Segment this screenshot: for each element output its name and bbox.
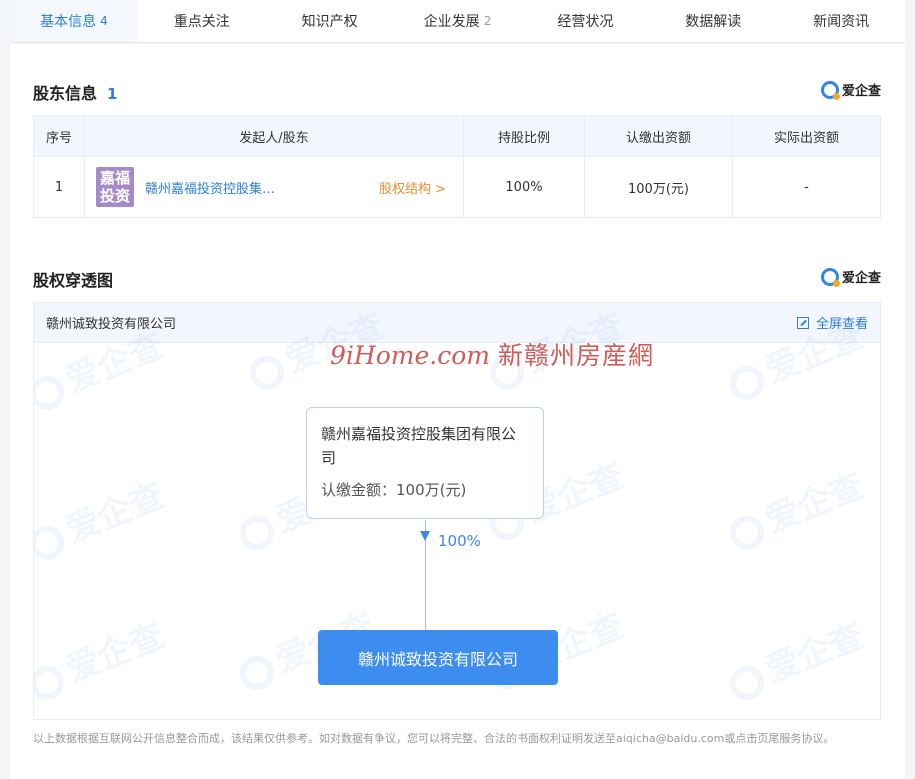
shareholders-title-text: 股东信息 <box>33 84 98 103</box>
watermark: 爱企查 <box>720 608 870 707</box>
target-company-node[interactable]: 赣州诚致投资有限公司 <box>318 630 558 685</box>
watermark: 爱企查 <box>34 608 170 707</box>
watermark: 爱企查 <box>34 468 170 567</box>
row-index: 1 <box>33 156 85 218</box>
watermark-logo-icon <box>34 660 69 705</box>
arrow-down-icon <box>420 531 430 541</box>
tab-label: 重点关注 <box>173 14 230 30</box>
edge-percent-label: 100% <box>438 532 481 550</box>
overlay-brand-latin: 9iHome.com <box>330 341 490 370</box>
col-subscribed: 认缴出资额 <box>584 115 733 157</box>
row-subscribed: 100万(元) <box>584 156 733 218</box>
parent-company-node[interactable]: 赣州嘉福投资控股集团有限公司 认缴金额：100万(元) <box>306 407 544 519</box>
tab-operations[interactable]: 经营状况 <box>521 0 649 42</box>
aiqicha-brand-2[interactable]: 爱企查 <box>820 267 881 287</box>
overlay-site-logo: 9iHome.com 新赣州房産網 <box>330 336 654 372</box>
parent-company-name: 赣州嘉福投资控股集团有限公司 <box>321 425 517 467</box>
col-index: 序号 <box>33 115 85 157</box>
aiqicha-brand[interactable]: 爱企查 <box>820 80 881 100</box>
tab-data-insight[interactable]: 数据解读 <box>649 0 777 42</box>
tab-key-focus[interactable]: 重点关注 <box>138 0 266 42</box>
table-row: 1 嘉福投资 赣州嘉福投资控股集… 股权结构 > 100% 100万(元) - <box>33 156 881 218</box>
aiqicha-logo-icon <box>820 80 840 100</box>
equity-structure-link[interactable]: 股权结构 > <box>379 178 446 197</box>
parent-company-amount: 认缴金额：100万(元) <box>321 481 467 499</box>
chart-company-name: 赣州诚致投资有限公司 <box>46 317 177 332</box>
tab-basic-info[interactable]: 基本信息 4 <box>10 0 138 42</box>
shareholders-table: 序号 发起人/股东 持股比例 认缴出资额 实际出资额 1 嘉福投资 赣州嘉福投资… <box>33 115 881 218</box>
brand-label: 爱企查 <box>841 271 881 286</box>
watermark-logo-icon <box>34 370 69 415</box>
watermark-logo-icon <box>244 350 289 395</box>
tab-label: 知识产权 <box>301 14 358 30</box>
penetration-title: 股权穿透图 <box>33 271 114 290</box>
watermark-logo-icon <box>34 520 69 565</box>
tab-ip[interactable]: 知识产权 <box>266 0 394 42</box>
tab-label: 基本信息 <box>40 14 97 30</box>
penetration-chart: 赣州诚致投资有限公司 全屏查看 爱企查 爱企查 爱企查 爱企查 爱企查 爱企查 … <box>33 302 881 720</box>
tab-label: 经营状况 <box>557 14 614 30</box>
disclaimer-footer: 以上数据根据互联网公开信息整合而成，该结果仅供参考。如对数据有争议，您可以将完整… <box>33 732 835 745</box>
col-shareholder: 发起人/股东 <box>84 115 464 157</box>
tab-development[interactable]: 企业发展 2 <box>394 0 522 42</box>
shareholders-count: 1 <box>107 85 118 103</box>
table-header-row: 序号 发起人/股东 持股比例 认缴出资额 实际出资额 <box>33 115 881 157</box>
watermark-logo-icon <box>724 660 769 705</box>
tab-news[interactable]: 新闻资讯 <box>777 0 905 42</box>
col-paid: 实际出资额 <box>732 115 881 157</box>
watermark-logo-icon <box>234 510 279 555</box>
watermark-logo-icon <box>234 650 279 695</box>
holder-name-link[interactable]: 赣州嘉福投资控股集… <box>145 178 335 197</box>
col-ratio: 持股比例 <box>463 115 585 157</box>
row-paid: - <box>732 156 881 218</box>
tab-label: 数据解读 <box>685 14 742 30</box>
brand-label: 爱企查 <box>841 84 881 99</box>
watermark-logo-icon <box>724 510 769 555</box>
tab-count: 2 <box>483 14 492 28</box>
aiqicha-logo-icon <box>820 267 840 287</box>
row-ratio: 100% <box>463 156 585 218</box>
content-panel: 股东信息 1 爱企查 序号 发起人/股东 持股比例 认缴出资额 实际出资额 1 嘉… <box>10 44 905 779</box>
tab-label: 企业发展 <box>423 14 480 30</box>
tab-bar: 基本信息 4 重点关注 知识产权 企业发展 2 经营状况 数据解读 新闻资讯 <box>10 0 905 43</box>
holder-avatar[interactable]: 嘉福投资 <box>96 167 134 207</box>
overlay-brand-cn: 新赣州房産網 <box>497 341 654 370</box>
shareholders-title: 股东信息 1 <box>33 80 117 104</box>
holder-cell: 嘉福投资 赣州嘉福投资控股集… 股权结构 > <box>84 156 464 218</box>
tab-label: 新闻资讯 <box>813 14 870 30</box>
watermark: 爱企查 <box>720 458 870 557</box>
watermark-logo-icon <box>724 360 769 405</box>
tab-count: 4 <box>100 14 108 28</box>
